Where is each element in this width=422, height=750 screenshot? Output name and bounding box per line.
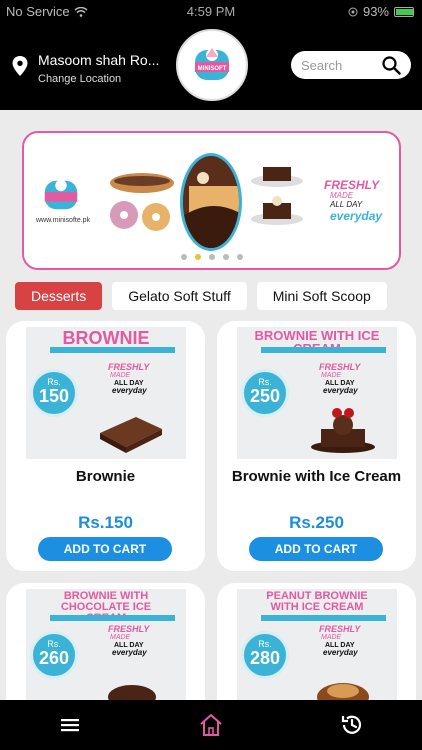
tab-gelato-soft-stuff[interactable]: Gelato Soft Stuff (112, 282, 247, 310)
menu-icon[interactable] (57, 712, 83, 738)
carousel-dot[interactable] (222, 254, 229, 260)
ice-cream-logo-icon: MINISOFT (195, 48, 229, 80)
price-circle: Rs. 260 (30, 631, 78, 679)
price-circle: Rs. 280 (241, 631, 289, 679)
price-circle: Rs. 150 (30, 369, 78, 417)
tab-mini-soft-scoop[interactable]: Mini Soft Scoop (256, 282, 387, 310)
product-price: Rs.150 (78, 513, 133, 532)
battery-icon (394, 6, 414, 17)
add-to-cart-button[interactable]: ADD TO CART (38, 537, 172, 561)
brownie-ice-cream-image (311, 408, 375, 453)
location-pin-icon (12, 56, 28, 76)
banner-website: www.minisofte.pk (36, 217, 91, 224)
location-services-icon (348, 7, 358, 16)
product-image-title: PEANUT BROWNIE WITH ICE CREAM (266, 590, 368, 613)
category-tabs: Desserts Gelato Soft Stuff Mini Soft Sco… (15, 282, 387, 310)
bottom-nav (0, 700, 422, 750)
product-name[interactable]: Brownie with Ice Cream (225, 466, 408, 487)
location-name: Masoom shah Ro... (38, 52, 160, 68)
search-input[interactable] (301, 57, 381, 73)
promo-banner[interactable]: www.minisofte.pk FRESHLY MADE ALL DAY ev… (22, 131, 401, 270)
app-header: No Service 4:59 PM 93% Masoom shah Ro...… (0, 0, 422, 110)
fresh-label: FRESHLY MADE ALL DAY everyday (108, 362, 150, 396)
product-image-title: BROWNIE (62, 328, 150, 348)
add-to-cart-button[interactable]: ADD TO CART (249, 537, 383, 561)
battery-percent: 93% (362, 4, 389, 19)
waffle-donut-image (110, 173, 174, 231)
home-icon[interactable] (198, 712, 224, 738)
banner-tagline: FRESHLY MADE ALL DAY everyday (324, 178, 383, 223)
product-image: BROWNIE Rs. 150 FRESHLY MADE ALL DAY every… (26, 327, 186, 459)
carousel-dot[interactable] (180, 254, 187, 260)
product-price: Rs.250 (289, 513, 344, 532)
product-card[interactable]: BROWNIE WITH ICE CREAM Rs. 250 FRESHLYMA… (217, 321, 416, 571)
brand-logo: MINISOFT (176, 29, 248, 101)
svg-text:MINISOFT: MINISOFT (198, 66, 227, 72)
carousel-dot[interactable] (208, 254, 215, 260)
banner-logo-icon (44, 179, 78, 210)
history-icon[interactable] (339, 712, 365, 738)
brownie-image (100, 417, 162, 453)
search-box[interactable] (291, 51, 411, 79)
carousel-dot[interactable] (236, 254, 243, 260)
banner-brand: www.minisofte.pk (36, 175, 91, 224)
change-location-link[interactable]: Change Location (38, 73, 159, 85)
status-bar: No Service 4:59 PM 93% (0, 0, 422, 22)
brownie-plates-image (251, 167, 303, 225)
location-selector[interactable]: Masoom shah Ro... Change Location (12, 52, 159, 85)
tab-desserts[interactable]: Desserts (15, 282, 103, 310)
fresh-label: FRESHLY MADE ALL DAY everyday (319, 362, 361, 396)
product-name[interactable]: Brownie (14, 466, 197, 487)
price-circle: Rs. 250 (241, 369, 289, 417)
fresh-label: FRESHLY MADE ALL DAY everyday (108, 624, 150, 658)
status-right: 93% (348, 4, 414, 19)
featured-dessert-image (180, 153, 242, 251)
carousel-dot[interactable] (194, 254, 201, 260)
location-text: Masoom shah Ro... Change Location (38, 52, 159, 85)
product-card[interactable]: BROWNIE Rs. 150 FRESHLY MADE ALL DAY every… (6, 321, 205, 571)
search-icon[interactable] (381, 55, 401, 75)
carousel-dots (24, 254, 399, 260)
product-image: BROWNIE WITH ICE CREAM Rs. 250 FRESHLYMA… (237, 327, 397, 459)
fresh-label: FRESHLY MADE ALL DAY everyday (319, 624, 361, 658)
